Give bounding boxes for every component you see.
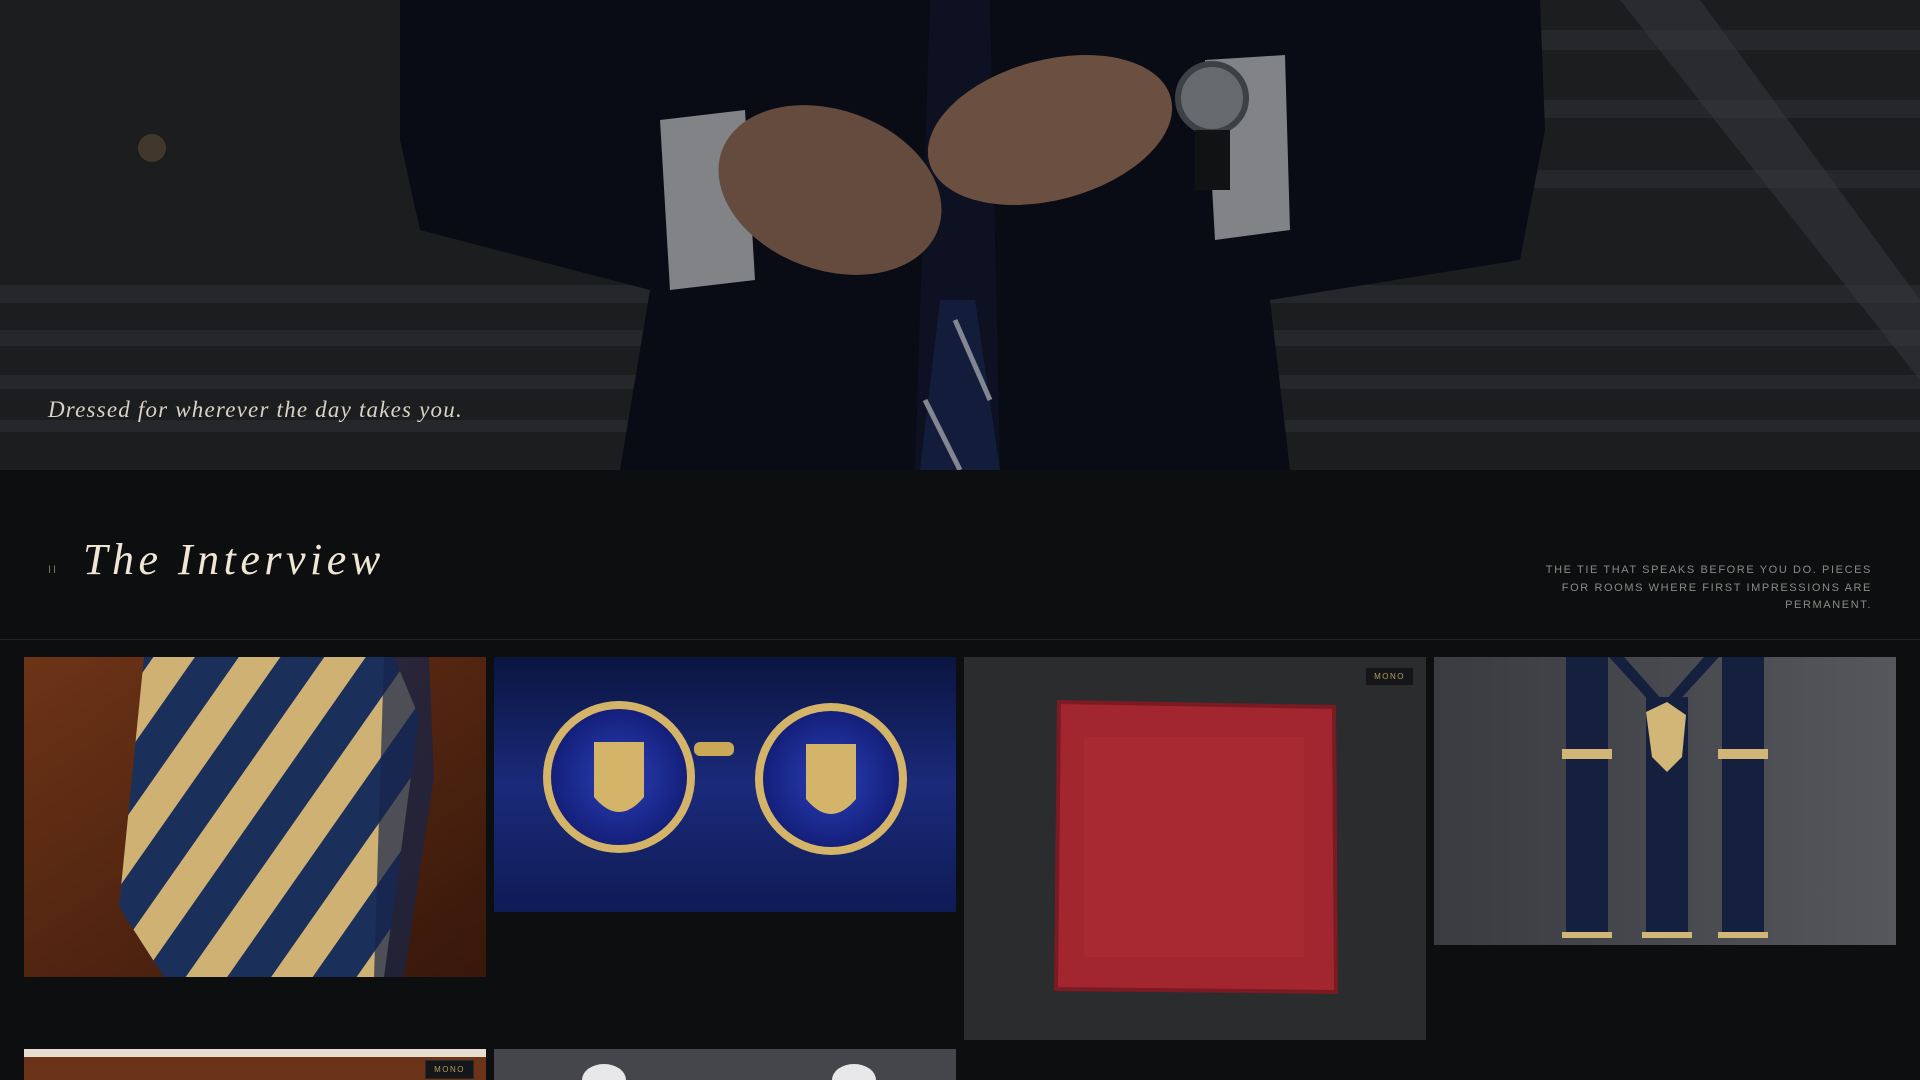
hero-banner: Dressed for wherever the day takes you.	[0, 0, 1920, 470]
section-number: II	[48, 564, 59, 576]
mono-badge: MONO	[1365, 667, 1414, 686]
section-tagline: The tie that speaks before you do. Piece…	[1545, 564, 1872, 611]
shirt-image	[494, 1049, 956, 1080]
product-tile-leather[interactable]: MONO	[24, 1049, 486, 1080]
pocket-square-image	[964, 657, 1426, 1040]
product-tile-cufflinks[interactable]	[494, 657, 956, 912]
tie-image	[24, 657, 486, 977]
mono-badge: MONO	[425, 1060, 474, 1079]
leather-image	[24, 1049, 486, 1080]
braces-image	[1434, 657, 1896, 945]
cufflinks-image	[494, 657, 956, 912]
product-tile-shirt[interactable]	[494, 1049, 956, 1080]
product-tile-tie[interactable]	[24, 657, 486, 977]
product-tile-braces[interactable]	[1434, 657, 1896, 945]
section-title: The Interview	[83, 535, 385, 584]
product-tile-pocket-square[interactable]: MONO	[964, 657, 1426, 1040]
hero-caption: Dressed for wherever the day takes you.	[48, 397, 463, 422]
